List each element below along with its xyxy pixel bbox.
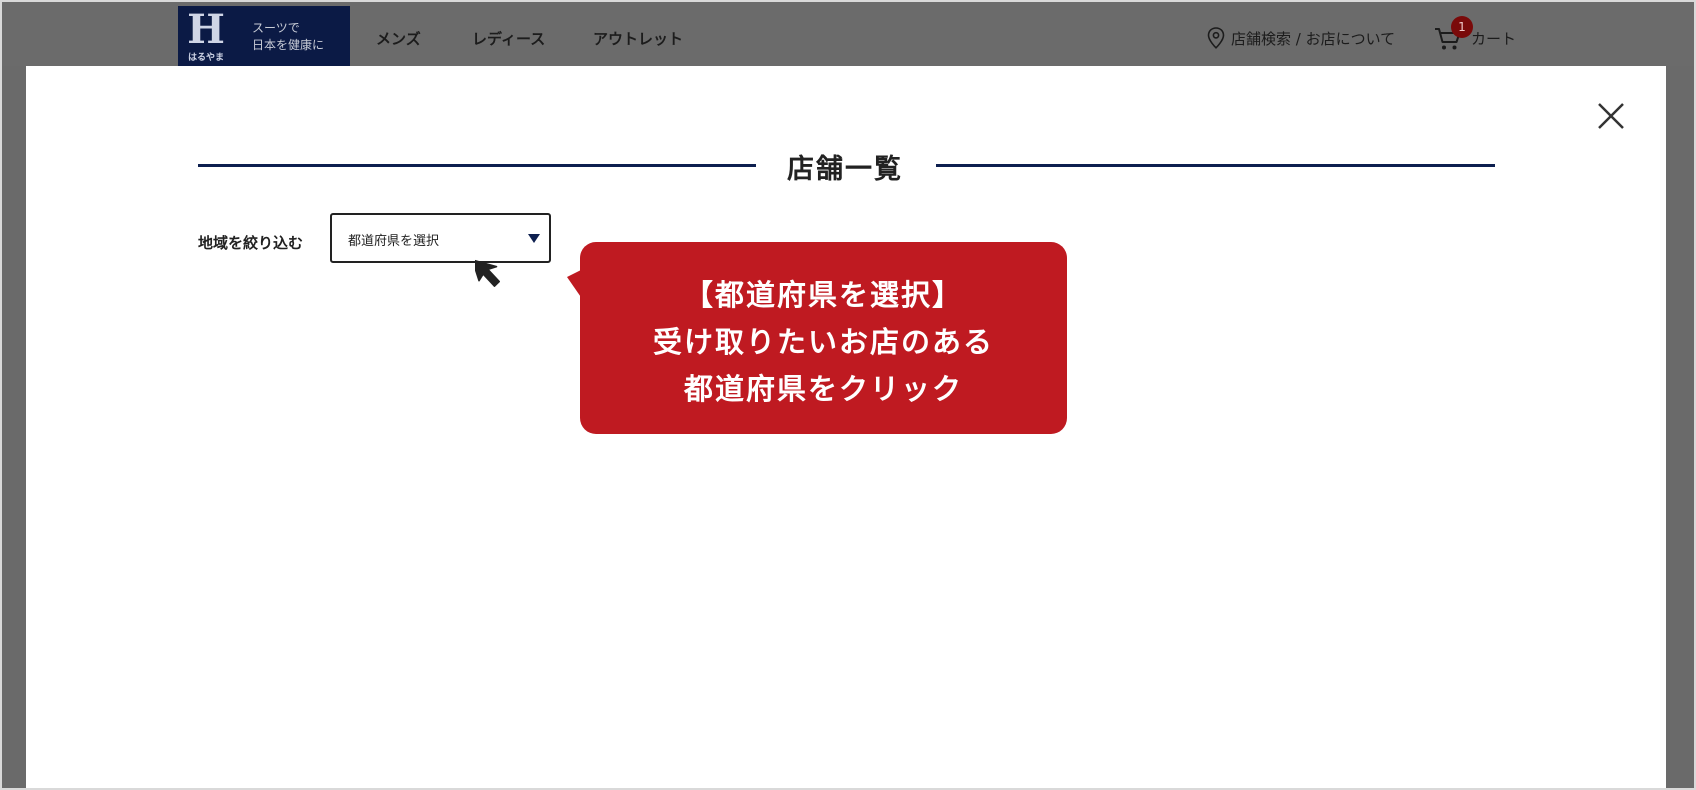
- nav-mens[interactable]: メンズ: [376, 28, 421, 49]
- title-rule-right: [936, 164, 1495, 167]
- callout-line-1: 【都道府県を選択】: [683, 278, 963, 312]
- nav-ladies[interactable]: レディース: [472, 28, 545, 49]
- modal-title: 店舗一覧: [787, 154, 903, 185]
- chevron-down-icon: [528, 234, 540, 243]
- close-icon[interactable]: [1597, 102, 1625, 130]
- slogan-line-2: 日本を健康に: [252, 38, 325, 52]
- store-search-link[interactable]: 店舗検索 / お店について: [1231, 28, 1395, 49]
- prefecture-select[interactable]: 都道府県を選択: [330, 213, 551, 263]
- cart-count-badge: 1: [1451, 16, 1473, 38]
- logo-slogan: スーツで 日本を健康に: [252, 20, 324, 54]
- logo-sub: はるやま: [187, 53, 224, 63]
- nav-outlet[interactable]: アウトレット: [593, 28, 683, 49]
- cart-link[interactable]: カート: [1471, 28, 1516, 49]
- callout-line-3: 都道府県をクリック: [683, 372, 963, 406]
- mouse-pointer-icon: [475, 259, 501, 287]
- callout-line-2: 受け取りたいお店のある: [652, 325, 994, 359]
- prefecture-select-value: 都道府県を選択: [348, 234, 440, 249]
- location-pin-icon: [1207, 27, 1225, 49]
- site-header: H はるやま スーツで 日本を健康に メンズ レディース アウトレット 店舗検索…: [0, 0, 1696, 66]
- title-rule-left: [198, 164, 756, 167]
- slogan-line-1: スーツで: [252, 21, 300, 35]
- brand-logo[interactable]: H はるやま スーツで 日本を健康に: [178, 6, 350, 66]
- region-filter-label: 地域を絞り込む: [198, 234, 304, 252]
